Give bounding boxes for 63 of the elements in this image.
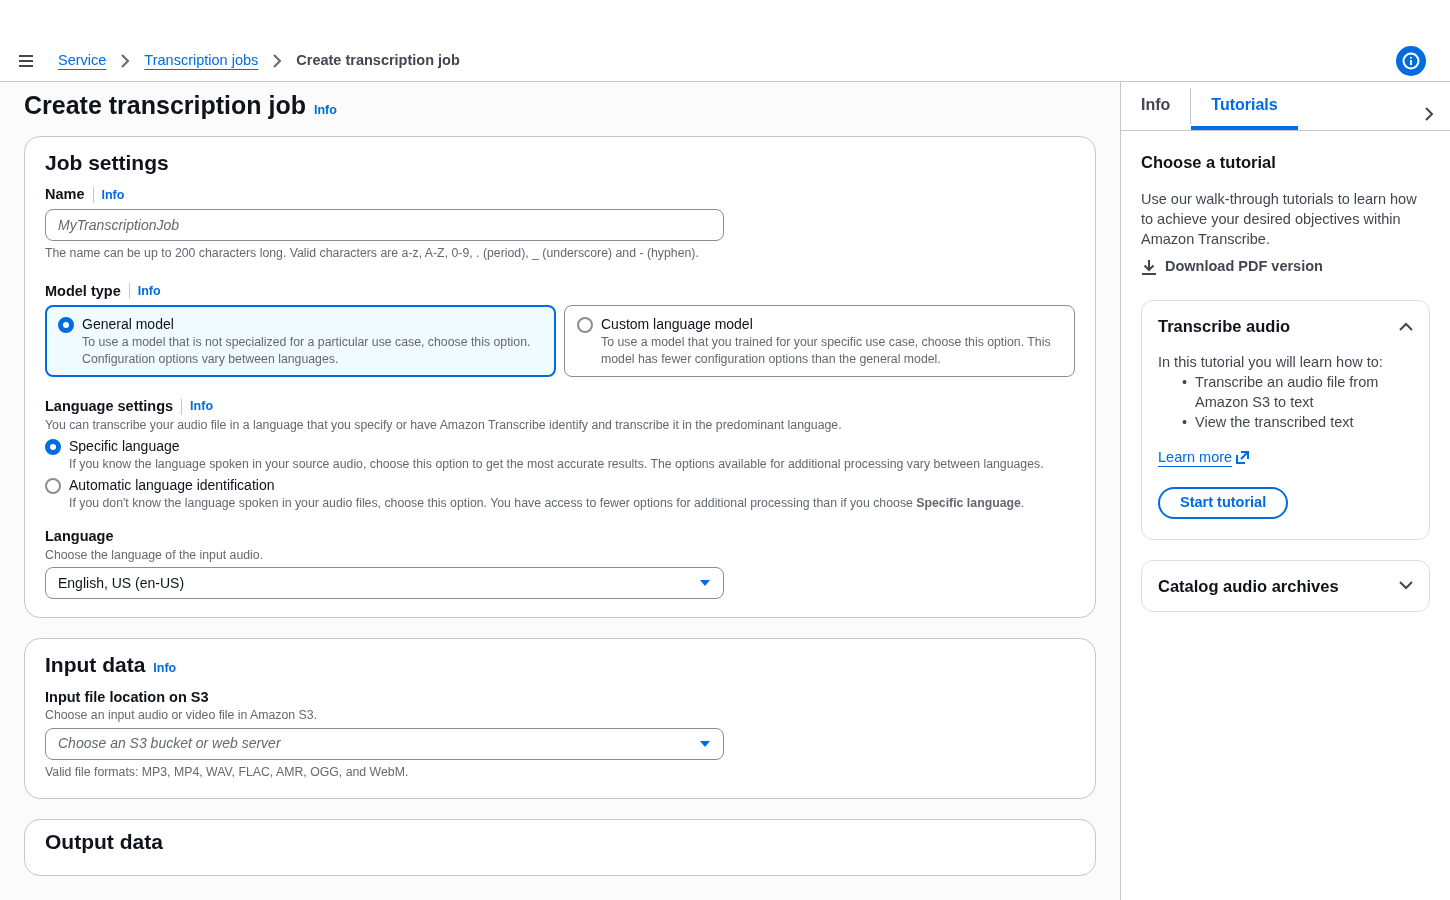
- breadcrumb-current: Create transcription job: [296, 50, 460, 70]
- option-description: If you don't know the language spoken in your audio files, choose this option. You have access to fewer options for additional processing than if you choose Specific language.: [69, 495, 1025, 512]
- info-link[interactable]: Info: [153, 660, 177, 678]
- field-hint: The name can be up to 200 characters long. Valid characters are a-z, A-Z, 0-9, . (period), _ (underscore) and - (hyphen).: [45, 244, 700, 262]
- radio-button[interactable]: [45, 439, 61, 456]
- section-title: Job settings: [45, 150, 170, 176]
- tab[interactable]: Tutorials: [1191, 82, 1298, 130]
- chevron-icon[interactable]: [1424, 105, 1434, 122]
- info-link[interactable]: Info: [190, 398, 214, 416]
- s3-select[interactable]: Choose an S3 bucket or web server: [45, 727, 724, 760]
- breadcrumb-link[interactable]: Transcription jobs: [144, 50, 259, 71]
- radio-button[interactable]: [58, 317, 74, 334]
- option-description: To use a model that you trained for your specific use case, choose this option. This model has fewer configuration options than the general model.: [601, 333, 1052, 368]
- field-description: Choose the language of the input audio.: [45, 546, 265, 564]
- option-tile[interactable]: Custom language model To use a model that you trained for your specific use case, choose this option. This model has fewer configuration options than the general model.: [564, 305, 1075, 378]
- info-link[interactable]: Info: [137, 282, 161, 300]
- tab[interactable]: Info: [1121, 82, 1191, 130]
- chevron-icon: [120, 53, 131, 68]
- start-button[interactable]: Start tutorial: [1158, 487, 1289, 519]
- field-label: Input file location on S3: [45, 687, 209, 707]
- chevron-icon: [272, 53, 283, 68]
- breadcrumb-link[interactable]: Service: [58, 50, 107, 71]
- field-label: Name: [45, 185, 85, 205]
- field-label: Model type: [45, 281, 121, 301]
- tutorial-step: Transcribe an audio file from Amazon S3 to text: [1195, 371, 1413, 412]
- page-title: Create transcription job: [24, 90, 306, 120]
- option-title: Automatic language identification: [69, 476, 276, 496]
- field-hint: Valid file formats: MP3, MP4, WAV, FLAC, AMR, OGG, and WebM.: [45, 763, 410, 781]
- option-description: To use a model that is not specialized for a particular use case, choose this option. Configuration options vary between languages.: [82, 333, 532, 368]
- tutorial-title: Transcribe audio: [1158, 316, 1291, 338]
- info-link[interactable]: Info: [314, 102, 337, 119]
- option-description: If you know the language spoken in your source audio, choose this option to get the most accurate results. The options available for additional processing vary between languages.: [69, 456, 1044, 473]
- field-label: Language settings: [45, 397, 174, 417]
- panel-heading: Choose a tutorial: [1141, 151, 1277, 173]
- tutorial-intro: In this tutorial you will learn how to:: [1158, 352, 1384, 372]
- field-description: Choose an input audio or video file in Amazon S3.: [45, 707, 319, 724]
- external-link-icon: [1236, 450, 1250, 464]
- info-button[interactable]: [1396, 45, 1426, 76]
- menu-icon[interactable]: [18, 53, 34, 68]
- option-title: General model: [82, 315, 175, 334]
- radio-button[interactable]: [45, 478, 61, 495]
- learn-more-link[interactable]: Learn more: [1158, 447, 1250, 468]
- option-title: Custom language model: [601, 315, 754, 334]
- panel-description: Use our walk-through tutorials to learn how to achieve your desired objectives within Amazon Transcribe.: [1141, 189, 1418, 249]
- option-title: Specific language: [69, 437, 181, 457]
- section-title: Input data: [45, 652, 146, 679]
- language-select[interactable]: English, US (en-US): [45, 567, 724, 600]
- chevron-icon[interactable]: [1399, 581, 1413, 591]
- chevron-icon[interactable]: [1399, 322, 1413, 332]
- field-description: You can transcribe your audio file in a language that you specify or have Amazon Transcribe identify and transcribe it in the predominant language.: [45, 416, 843, 434]
- bullet-mark: •: [1182, 372, 1188, 392]
- info-icon: [1402, 51, 1420, 70]
- option-tile[interactable]: General model To use a model that is not specialized for a particular use case, choose this option. Configuration options vary between languages.: [45, 305, 556, 378]
- bullet-mark: •: [1182, 412, 1188, 432]
- name-field[interactable]: MyTranscriptionJob: [45, 208, 724, 241]
- tutorial-step: View the transcribed text: [1195, 411, 1354, 432]
- tutorial-title: Catalog audio archives: [1158, 575, 1339, 597]
- info-link[interactable]: Info: [101, 186, 125, 204]
- field-label: Language: [45, 527, 114, 547]
- section-title: Output data: [45, 829, 164, 856]
- download-link[interactable]: Download PDF version: [1141, 256, 1323, 277]
- radio-button[interactable]: [577, 317, 593, 334]
- download-icon: [1141, 258, 1157, 275]
